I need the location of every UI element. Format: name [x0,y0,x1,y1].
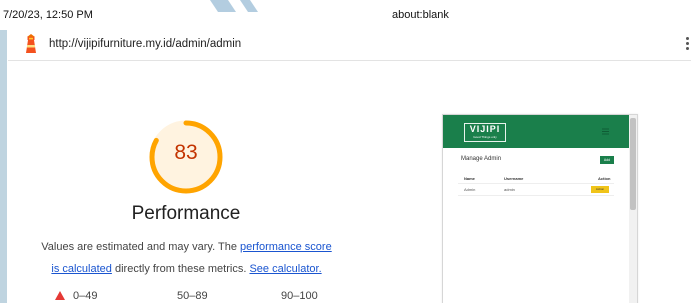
legend-average-label: 50–89 [177,290,208,302]
is-calculated-link[interactable]: is calculated [51,263,112,275]
print-header: 7/20/23, 12:50 PM about:blank [0,0,691,26]
left-rail [0,30,7,303]
see-calculator-link[interactable]: See calculator. [249,263,321,275]
kebab-menu-icon[interactable] [684,37,690,53]
thumbnail-tagline: Good Things only [473,135,497,139]
report-url-bar: http://vijipifurniture.my.id/admin/admin [8,30,691,61]
thumbnail-logo: VIJIPI Good Things only [464,123,506,142]
print-datetime: 7/20/23, 12:50 PM [3,9,93,21]
lighthouse-report-page: 7/20/23, 12:50 PM about:blank http://vij… [0,0,691,303]
legend-pass: 90–100 [281,290,318,302]
thumbnail-col-action: Action [598,176,611,181]
hamburger-icon [602,128,609,135]
description-text-2: directly from these metrics. [111,263,250,275]
legend-pass-label: 90–100 [281,290,318,302]
thumbnail-col-username: Username [504,176,524,181]
lighthouse-icon [26,34,36,53]
thumbnail-add-button: Add [600,156,614,164]
report-url-link[interactable]: http://vijipifurniture.my.id/admin/admin [49,38,241,50]
thumbnail-scrollbar-thumb[interactable] [630,118,636,210]
final-screenshot-thumbnail[interactable]: VIJIPI Good Things only Manage Admin Add… [442,114,638,303]
legend-average: 50–89 [177,290,208,302]
legend-fail-label: 0–49 [73,290,98,302]
print-page-url: about:blank [392,9,449,21]
thumbnail-action-button: Action [591,186,609,193]
thumbnail-cell-name: Admin [464,187,476,192]
thumbnail-brand: VIJIPI [469,124,501,134]
performance-score: 83 [174,141,198,164]
thumbnail-divider [458,183,614,184]
performance-title: Performance [131,203,241,224]
performance-description: Values are estimated and may vary. The p… [24,236,349,280]
legend-fail: 0–49 [55,290,97,302]
performance-score-link[interactable]: performance score [240,241,332,253]
thumbnail-cell-username: admin [504,187,515,192]
thumbnail-heading: Manage Admin [461,156,502,162]
thumbnail-navbar: VIJIPI Good Things only [443,115,629,148]
description-text: Values are estimated and may vary. The [41,241,240,253]
fail-triangle-icon [55,291,65,300]
thumbnail-divider-2 [458,195,614,196]
thumbnail-col-name: Name [464,176,475,181]
